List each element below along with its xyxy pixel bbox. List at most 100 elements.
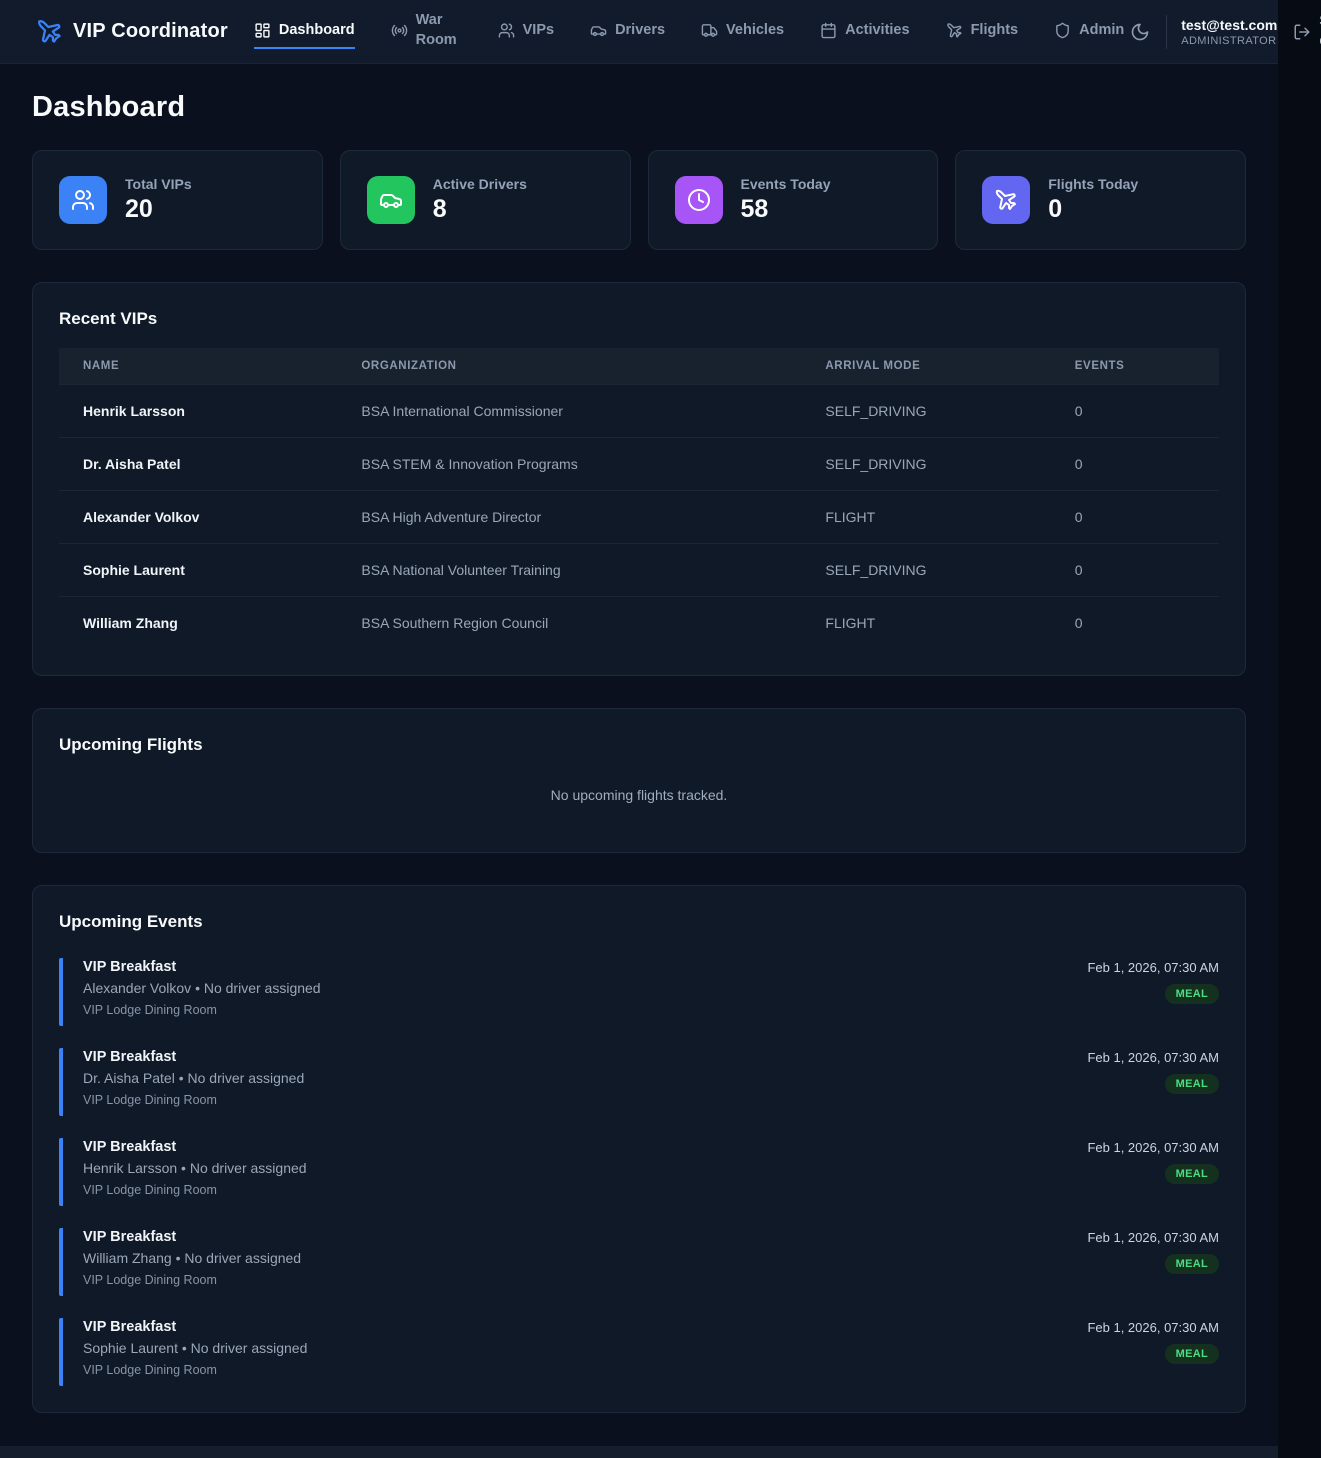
table-row[interactable]: Henrik Larsson BSA International Commiss… <box>59 385 1219 438</box>
plane-logo-icon <box>36 18 63 45</box>
nav-label: Flights <box>971 21 1019 41</box>
nav-item-drivers[interactable]: Drivers <box>590 14 665 50</box>
nav-label: Drivers <box>615 21 665 41</box>
column-header-events: EVENTS <box>1051 348 1219 385</box>
status-badge: MEAL <box>1165 1254 1219 1274</box>
event-meta: Feb 1, 2026, 07:30 AM MEAL <box>1087 1139 1219 1184</box>
table-row[interactable]: Alexander Volkov BSA High Adventure Dire… <box>59 491 1219 544</box>
stat-card-total-vips: Total VIPs 20 <box>32 150 323 250</box>
event-title: VIP Breakfast <box>83 1229 301 1245</box>
event-subtitle: William Zhang • No driver assigned <box>83 1250 301 1266</box>
nav-item-admin[interactable]: Admin <box>1054 14 1124 50</box>
event-location: VIP Lodge Dining Room <box>83 1183 307 1197</box>
nav-item-war-room[interactable]: War Room <box>391 4 462 59</box>
stat-label: Events Today <box>741 176 831 192</box>
event-title: VIP Breakfast <box>83 1319 307 1335</box>
vip-name: William Zhang <box>59 597 337 650</box>
vip-organization: BSA High Adventure Director <box>337 491 801 544</box>
theme-toggle-button[interactable] <box>1126 18 1154 46</box>
upcoming-flights-title: Upcoming Flights <box>59 735 1219 755</box>
user-email: test@test.com <box>1181 17 1277 33</box>
nav-item-vips[interactable]: VIPs <box>498 14 554 50</box>
main-nav: Dashboard War Room VIPs Drivers Vehicles… <box>254 4 1124 59</box>
event-location: VIP Lodge Dining Room <box>83 1363 307 1377</box>
vip-arrival-mode: FLIGHT <box>801 491 1050 544</box>
user-role: ADMINISTRATOR <box>1181 35 1277 47</box>
nav-item-dashboard[interactable]: Dashboard <box>254 14 355 49</box>
users-icon <box>59 176 107 224</box>
empty-flights-message: No upcoming flights tracked. <box>59 787 1219 819</box>
logout-icon <box>1293 23 1311 41</box>
plane-icon <box>982 176 1030 224</box>
column-header-arrival-mode: ARRIVAL MODE <box>801 348 1050 385</box>
vip-events-count: 0 <box>1051 491 1219 544</box>
event-location: VIP Lodge Dining Room <box>83 1003 321 1017</box>
list-item[interactable]: VIP Breakfast Alexander Volkov • No driv… <box>59 958 1219 1026</box>
events-list: VIP Breakfast Alexander Volkov • No driv… <box>59 958 1219 1386</box>
moon-icon <box>1130 22 1150 42</box>
car-icon <box>590 22 607 39</box>
vip-name: Sophie Laurent <box>59 544 337 597</box>
vip-name: Dr. Aisha Patel <box>59 438 337 491</box>
upcoming-events-card: Upcoming Events VIP Breakfast Alexander … <box>32 885 1246 1413</box>
table-row[interactable]: William Zhang BSA Southern Region Counci… <box>59 597 1219 650</box>
event-subtitle: Dr. Aisha Patel • No driver assigned <box>83 1070 304 1086</box>
nav-item-vehicles[interactable]: Vehicles <box>701 14 784 50</box>
event-datetime: Feb 1, 2026, 07:30 AM <box>1087 1320 1219 1335</box>
table-row[interactable]: Dr. Aisha Patel BSA STEM & Innovation Pr… <box>59 438 1219 491</box>
stats-grid: Total VIPs 20 Active Drivers 8 Events <box>32 150 1246 250</box>
list-item[interactable]: VIP Breakfast William Zhang • No driver … <box>59 1228 1219 1296</box>
bottom-edge-strip <box>0 1446 1278 1458</box>
event-subtitle: Henrik Larsson • No driver assigned <box>83 1160 307 1176</box>
stat-label: Flights Today <box>1048 176 1138 192</box>
status-badge: MEAL <box>1165 1344 1219 1364</box>
list-item[interactable]: VIP Breakfast Sophie Laurent • No driver… <box>59 1318 1219 1386</box>
vip-arrival-mode: FLIGHT <box>801 597 1050 650</box>
vip-organization: BSA Southern Region Council <box>337 597 801 650</box>
event-info: VIP Breakfast Dr. Aisha Patel • No drive… <box>83 1049 304 1107</box>
top-nav-bar: VIP Coordinator Dashboard War Room VIPs … <box>0 0 1278 64</box>
list-item[interactable]: VIP Breakfast Henrik Larsson • No driver… <box>59 1138 1219 1206</box>
vip-events-count: 0 <box>1051 597 1219 650</box>
stat-card-active-drivers: Active Drivers 8 <box>340 150 631 250</box>
event-location: VIP Lodge Dining Room <box>83 1273 301 1287</box>
list-item[interactable]: VIP Breakfast Dr. Aisha Patel • No drive… <box>59 1048 1219 1116</box>
vip-name: Alexander Volkov <box>59 491 337 544</box>
stat-label: Active Drivers <box>433 176 527 192</box>
upcoming-events-title: Upcoming Events <box>59 912 1219 932</box>
recent-vips-title: Recent VIPs <box>59 309 1219 329</box>
vip-events-count: 0 <box>1051 385 1219 438</box>
event-title: VIP Breakfast <box>83 959 321 975</box>
event-subtitle: Sophie Laurent • No driver assigned <box>83 1340 307 1356</box>
sign-out-button[interactable]: Sign Out <box>1293 11 1321 52</box>
nav-label: Vehicles <box>726 21 784 41</box>
event-title: VIP Breakfast <box>83 1049 304 1065</box>
nav-item-flights[interactable]: Flights <box>946 14 1019 50</box>
radio-icon <box>391 22 408 39</box>
stat-value: 58 <box>741 195 831 224</box>
calendar-icon <box>820 22 837 39</box>
right-edge-strip <box>1278 0 1321 1458</box>
vip-events-count: 0 <box>1051 544 1219 597</box>
header-right-cluster: test@test.com ADMINISTRATOR Sign Out <box>1126 11 1317 52</box>
upcoming-flights-card: Upcoming Flights No upcoming flights tra… <box>32 708 1246 853</box>
nav-label: Admin <box>1079 21 1124 41</box>
event-datetime: Feb 1, 2026, 07:30 AM <box>1087 1140 1219 1155</box>
event-info: VIP Breakfast William Zhang • No driver … <box>83 1229 301 1287</box>
layout-dashboard-icon <box>254 22 271 39</box>
nav-item-activities[interactable]: Activities <box>820 14 909 50</box>
status-badge: MEAL <box>1165 1074 1219 1094</box>
header-divider <box>1166 15 1167 49</box>
user-info: test@test.com ADMINISTRATOR <box>1181 17 1277 47</box>
table-row[interactable]: Sophie Laurent BSA National Volunteer Tr… <box>59 544 1219 597</box>
vip-arrival-mode: SELF_DRIVING <box>801 544 1050 597</box>
event-title: VIP Breakfast <box>83 1139 307 1155</box>
recent-vips-table: NAME ORGANIZATION ARRIVAL MODE EVENTS He… <box>59 348 1219 649</box>
stat-value: 8 <box>433 195 527 224</box>
stat-value: 0 <box>1048 195 1138 224</box>
vip-arrival-mode: SELF_DRIVING <box>801 438 1050 491</box>
event-info: VIP Breakfast Alexander Volkov • No driv… <box>83 959 321 1017</box>
event-datetime: Feb 1, 2026, 07:30 AM <box>1087 960 1219 975</box>
vip-arrival-mode: SELF_DRIVING <box>801 385 1050 438</box>
app-root: VIP Coordinator Dashboard War Room VIPs … <box>0 0 1278 1458</box>
